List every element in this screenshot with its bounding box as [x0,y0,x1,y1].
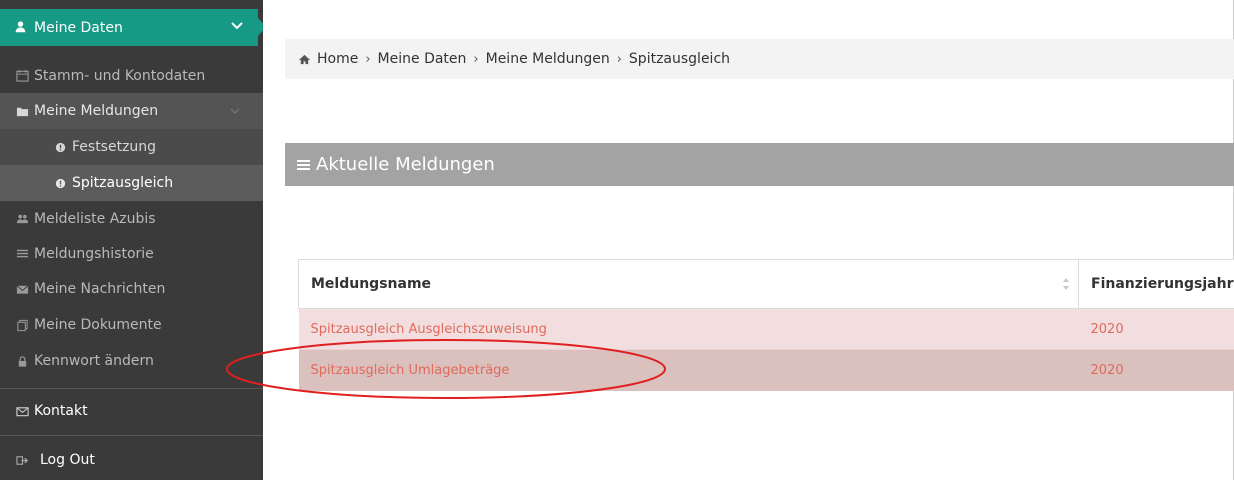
cell-finanzierungsjahr: 2020 [1078,308,1234,350]
cell-meldungsname[interactable]: Spitzausgleich Ausgleichszuweisung [298,308,1079,350]
reports-table: Meldungsname Finanzierungsjahr Spitzausg… [298,259,1234,391]
sidebar-item-label: Meine Nachrichten [34,281,166,297]
sidebar-item-kennwort-aendern[interactable]: Kennwort ändern [0,343,263,379]
breadcrumb-item-meine-daten[interactable]: Meine Daten [378,51,467,67]
sidebar-item-label: Stamm- und Kontodaten [34,67,206,84]
users-icon [14,211,30,227]
row-link[interactable]: Spitzausgleich Ausgleichszuweisung [311,322,547,337]
panel-header: Aktuelle Meldungen [285,143,1234,186]
sidebar-item-meine-meldungen[interactable]: Meine Meldungen [0,93,263,129]
sidebar-divider [0,435,263,436]
envelope-outline-icon [14,403,30,419]
list-icon [297,159,310,170]
list-icon [14,246,30,262]
breadcrumb-separator: › [616,51,622,67]
row-link[interactable]: Spitzausgleich Umlagebeträge [311,363,510,378]
lock-icon [14,353,30,369]
sidebar-item-log-out[interactable]: Log Out [0,441,263,479]
main-content: Home › Meine Daten › Meine Meldungen › S… [263,0,1234,480]
user-icon [14,20,30,36]
sidebar: Meine Daten Stamm- und Kontodaten Meine … [0,0,266,480]
info-circle-icon [52,175,68,191]
sidebar-item-label: Kontakt [34,403,88,419]
sidebar-item-kontakt[interactable]: Kontakt [0,392,263,430]
sidebar-item-label: Meldungshistorie [34,245,154,262]
breadcrumb-separator: › [473,51,479,67]
chevron-down-icon [231,22,243,30]
breadcrumb-item-spitzausgleich: Spitzausgleich [628,51,731,67]
breadcrumb-home-label: Home [317,51,359,67]
column-header-finanzierungsjahr[interactable]: Finanzierungsjahr [1078,259,1234,309]
table-row[interactable]: Spitzausgleich Umlagebeträge 2020 [298,349,1234,391]
sort-icon[interactable] [1062,277,1070,291]
table-header-row: Meldungsname Finanzierungsjahr [298,259,1234,309]
calendar-icon [14,68,30,84]
home-icon [298,54,311,64]
folder-icon [14,103,30,119]
breadcrumb-separator: › [365,51,371,67]
sidebar-item-meine-daten[interactable]: Meine Daten [0,9,266,46]
sidebar-item-label: Meine Dokumente [34,317,162,333]
table-row[interactable]: Spitzausgleich Ausgleichszuweisung 2020 [298,308,1234,350]
breadcrumb: Home › Meine Daten › Meine Meldungen › S… [285,39,1234,79]
sidebar-item-meine-dokumente[interactable]: Meine Dokumente [0,307,263,343]
sidebar-item-meldungshistorie[interactable]: Meldungshistorie [0,236,263,271]
cell-meldungsname[interactable]: Spitzausgleich Umlagebeträge [298,349,1079,391]
sidebar-item-festsetzung[interactable]: Festsetzung [0,129,263,165]
breadcrumb-item-meine-meldungen[interactable]: Meine Meldungen [486,51,610,67]
cell-finanzierungsjahr: 2020 [1078,349,1234,391]
chevron-down-icon [230,108,240,114]
sidebar-item-spitzausgleich[interactable]: Spitzausgleich [0,165,263,201]
sidebar-item-label: Log Out [40,452,95,468]
sidebar-item-label: Festsetzung [72,139,157,155]
sidebar-item-label: Meldeliste Azubis [34,210,156,227]
info-circle-icon [52,139,68,155]
sidebar-item-label: Meine Daten [34,19,123,36]
panel-title: Aktuelle Meldungen [316,154,495,175]
column-header-label: Meldungsname [311,276,432,292]
sidebar-item-meldeliste-azubis[interactable]: Meldeliste Azubis [0,201,263,236]
sidebar-item-label: Kennwort ändern [34,353,154,369]
documents-icon [14,317,30,333]
envelope-icon [14,281,30,297]
sidebar-item-label: Spitzausgleich [72,175,174,191]
sign-out-icon [14,452,30,468]
sidebar-item-label: Meine Meldungen [34,103,159,119]
column-header-meldungsname[interactable]: Meldungsname [298,259,1079,309]
sidebar-item-meine-nachrichten[interactable]: Meine Nachrichten [0,271,263,307]
sidebar-item-stammdaten[interactable]: Stamm- und Kontodaten [0,58,263,93]
sidebar-divider [0,388,263,389]
column-header-label: Finanzierungsjahr [1091,276,1234,292]
breadcrumb-home[interactable]: Home [298,51,358,67]
